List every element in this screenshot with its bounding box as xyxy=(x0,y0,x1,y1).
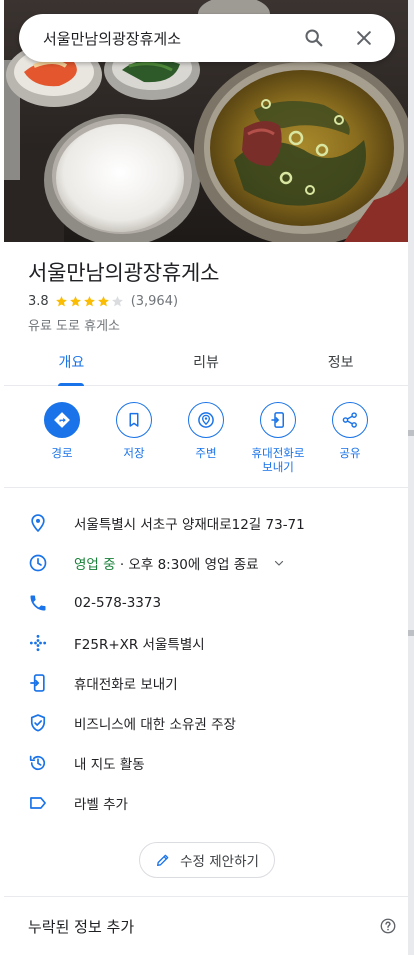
map-edge-strip xyxy=(408,0,414,955)
hours-status: 영업 중 xyxy=(74,557,116,573)
rating-value: 3.8 xyxy=(28,294,49,309)
add-missing-info-section: 누락된 정보 추가 xyxy=(4,896,408,955)
your-activity-text: 내 지도 활동 xyxy=(74,757,145,773)
place-panel: 서울만남의광장휴게소 서울만남의광장휴게소 3.8 (3,964) 유료 도로 … xyxy=(0,0,408,955)
share-label: 공유 xyxy=(339,446,361,460)
nearby-label: 주변 xyxy=(195,446,217,460)
star-full-icon xyxy=(83,296,95,307)
send-to-phone-label: 휴대전화로 보내기 xyxy=(251,446,305,474)
help-button[interactable] xyxy=(368,917,408,935)
label-icon xyxy=(30,797,46,809)
place-title: 서울만남의광장휴게소 xyxy=(28,261,220,285)
review-count-link[interactable]: (3,964) xyxy=(131,294,178,309)
suggest-edit-label: 수정 제안하기 xyxy=(180,854,259,870)
add-missing-info-heading: 누락된 정보 추가 xyxy=(28,917,135,936)
tab-reviews[interactable]: 리뷰 xyxy=(139,342,274,385)
hours-detail: · 오후 8:30에 영업 종료 xyxy=(115,557,259,573)
suggest-edit-button[interactable]: 수정 제안하기 xyxy=(139,842,275,878)
plus-code-row[interactable]: F25R+XR 서울특별시 xyxy=(4,623,408,663)
nearby-button[interactable]: 주변 xyxy=(176,402,236,486)
send-to-phone-icon xyxy=(271,412,284,428)
expand-hours-button[interactable] xyxy=(273,557,285,569)
close-icon xyxy=(357,31,371,45)
add-label-row[interactable]: 라벨 추가 xyxy=(4,783,408,823)
star-full-icon xyxy=(55,296,67,307)
search-box[interactable]: 서울만남의광장휴게소 xyxy=(19,14,395,62)
rating-stars xyxy=(55,295,125,308)
phone-icon xyxy=(30,595,46,611)
star-full-icon xyxy=(69,296,81,307)
share-icon xyxy=(342,412,357,428)
claim-business-row[interactable]: 비즈니스에 대한 소유권 주장 xyxy=(4,703,408,743)
pencil-icon xyxy=(157,854,169,866)
clear-search-button[interactable] xyxy=(347,21,381,55)
send-to-phone-row[interactable]: 휴대전화로 보내기 xyxy=(4,663,408,703)
phone-number: 02-578-3373 xyxy=(74,595,162,611)
star-full-icon xyxy=(97,296,109,307)
send-to-phone-text: 휴대전화로 보내기 xyxy=(74,677,178,693)
verified-shield-icon xyxy=(30,714,46,732)
share-button[interactable]: 공유 xyxy=(320,402,380,486)
save-label: 저장 xyxy=(123,446,145,460)
clock-icon xyxy=(29,554,47,572)
phone-row[interactable]: 02-578-3373 xyxy=(4,583,408,623)
location-pin-icon xyxy=(31,514,45,533)
address-text: 서울특별시 서초구 양재대로12길 73-71 xyxy=(74,517,305,533)
rating-summary: 3.8 (3,964) xyxy=(28,294,178,309)
nearby-icon xyxy=(198,412,214,428)
directions-icon xyxy=(54,412,70,428)
chevron-down-icon xyxy=(274,560,283,566)
send-to-phone-button[interactable]: 휴대전화로 보내기 xyxy=(248,402,308,486)
address-row[interactable]: 서울특별시 서초구 양재대로12길 73-71 xyxy=(4,503,408,543)
section-divider xyxy=(4,487,408,488)
place-category[interactable]: 유료 도로 휴게소 xyxy=(28,315,120,334)
claim-business-text: 비즈니스에 대한 소유권 주장 xyxy=(74,717,236,733)
plus-code-icon xyxy=(29,634,47,652)
directions-label: 경로 xyxy=(51,446,73,460)
tab-overview[interactable]: 개요 xyxy=(4,342,139,386)
add-label-text: 라벨 추가 xyxy=(74,797,128,813)
star-empty-icon xyxy=(111,296,123,307)
help-icon xyxy=(380,918,396,934)
search-icon xyxy=(305,29,323,47)
history-icon xyxy=(29,755,46,771)
save-button[interactable]: 저장 xyxy=(104,402,164,486)
place-info-list: 서울특별시 서초구 양재대로12길 73-71 영업 중 · 오후 8:30에 … xyxy=(4,503,408,823)
hours-row[interactable]: 영업 중 · 오후 8:30에 영업 종료 xyxy=(4,543,408,583)
search-button[interactable] xyxy=(297,21,331,55)
your-activity-row[interactable]: 내 지도 활동 xyxy=(4,743,408,783)
bookmark-icon xyxy=(129,412,139,427)
plus-code-text: F25R+XR 서울특별시 xyxy=(74,637,205,653)
place-tabs: 개요 리뷰 정보 xyxy=(4,342,408,386)
send-to-phone-icon xyxy=(30,674,45,692)
action-buttons: 경로 저장 주변 휴대전화로 보내기 공유 xyxy=(4,402,408,486)
directions-button[interactable]: 경로 xyxy=(32,402,92,486)
tab-about[interactable]: 정보 xyxy=(273,342,408,385)
search-input[interactable]: 서울만남의광장휴게소 xyxy=(43,28,297,49)
